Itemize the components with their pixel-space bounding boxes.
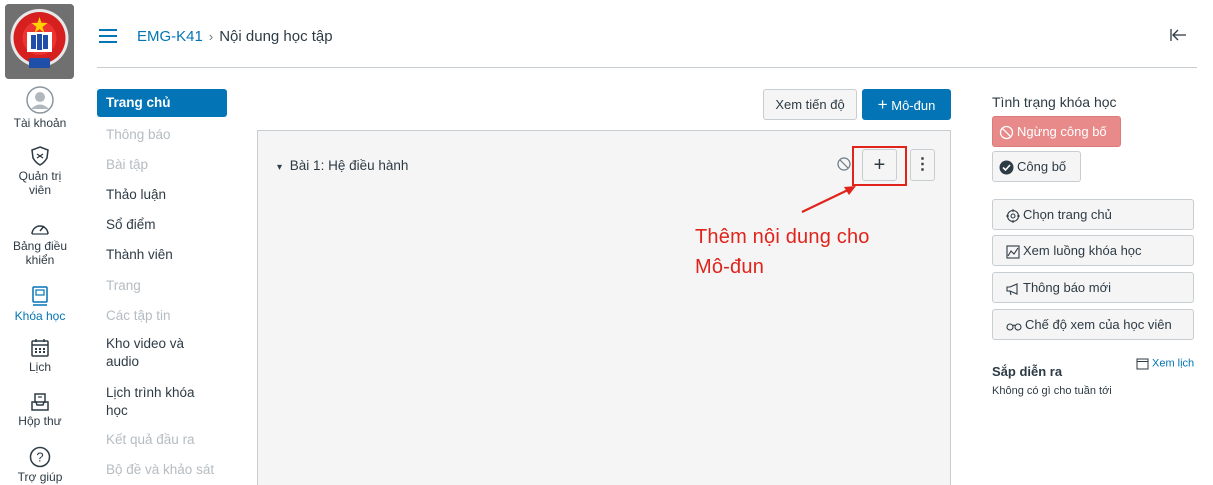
unpublished-icon: [999, 125, 1014, 140]
nav-calendar[interactable]: Lịch: [0, 338, 80, 374]
breadcrumb: EMG-K41 › Nội dung học tập: [137, 28, 333, 45]
course-nav-quizzes[interactable]: Bộ đề và khảo sát: [97, 461, 227, 479]
shield-icon: [31, 146, 49, 166]
nav-account[interactable]: Tài khoản: [0, 86, 80, 130]
annotation-line2: Mô-đun: [695, 256, 765, 278]
nav-dashboard-label-2: khiển: [25, 253, 55, 267]
more-vertical-icon: ⋮: [914, 156, 931, 173]
module-options-button[interactable]: ⋮: [910, 149, 935, 181]
calendar-icon: [31, 339, 49, 357]
view-progress-button[interactable]: Xem tiến độ: [763, 89, 857, 120]
course-nav-media-line2: audio: [106, 354, 140, 369]
book-icon: [32, 286, 48, 306]
header-divider: [97, 67, 1197, 68]
unpublish-label: Ngừng công bố: [1017, 124, 1107, 139]
course-nav-syllabus-line1: Lịch trình khóa: [106, 385, 195, 400]
view-stream-button[interactable]: Xem luồng khóa học: [992, 235, 1194, 266]
annotation-line1: Thêm nội dung cho: [695, 226, 870, 248]
upcoming-title: Sắp diễn ra: [992, 364, 1063, 379]
nav-account-label: Tài khoản: [13, 116, 67, 130]
add-module-label: Mô-đun: [891, 98, 936, 113]
course-nav-files[interactable]: Các tập tin: [97, 307, 227, 325]
collapse-caret-icon[interactable]: ▾: [277, 162, 282, 173]
publish-label: Công bố: [1017, 159, 1067, 174]
choose-home-button[interactable]: Chọn trang chủ: [992, 199, 1194, 230]
nav-dashboard[interactable]: Bảng điều khiển: [0, 219, 80, 267]
inbox-icon: [31, 393, 49, 411]
student-view-label: Chế độ xem của học viên: [1025, 317, 1172, 332]
annotation-text: Thêm nội dung cho Mô-đun: [695, 222, 870, 282]
add-module-button[interactable]: + Mô-đun: [862, 89, 951, 120]
new-announcement-label: Thông báo mới: [1023, 280, 1112, 295]
user-avatar-icon: [26, 86, 54, 114]
nav-help-label: Trợ giúp: [17, 470, 63, 484]
breadcrumb-separator: ›: [208, 29, 214, 44]
course-status-title: Tình trạng khóa học: [992, 94, 1117, 110]
course-nav-outcomes[interactable]: Kết quả đầu ra: [97, 431, 227, 449]
view-calendar-label: Xem lịch: [1152, 357, 1195, 370]
view-calendar-link[interactable]: Xem lịch: [1136, 357, 1194, 370]
course-nav-grades[interactable]: Sổ điểm: [97, 216, 227, 234]
nav-dashboard-label-1: Bảng điều: [12, 239, 68, 253]
svg-text:?: ?: [36, 450, 43, 465]
target-icon: [1006, 208, 1020, 223]
megaphone-icon: [1006, 282, 1018, 295]
nav-inbox-label: Hộp thư: [18, 414, 62, 428]
course-nav-discussions[interactable]: Thảo luận: [97, 186, 227, 204]
calendar-icon: [1136, 358, 1149, 370]
stream-icon: [1006, 245, 1020, 259]
nav-admin[interactable]: Quản trị viên: [0, 145, 80, 197]
nav-calendar-label: Lịch: [28, 360, 51, 374]
view-stream-label: Xem luồng khóa học: [1023, 243, 1142, 258]
module-title: Bài 1: Hệ điều hành: [289, 158, 409, 173]
glasses-icon: [1006, 323, 1022, 331]
nav-courses-label: Khóa học: [14, 309, 66, 323]
publish-button[interactable]: Công bố: [992, 151, 1081, 182]
choose-home-label: Chọn trang chủ: [1023, 207, 1112, 222]
add-module-plus-icon: +: [877, 95, 888, 114]
global-nav: Tài khoản Quản trị viên Bảng điều khiển: [0, 0, 80, 485]
nav-help[interactable]: ? Trợ giúp: [0, 446, 80, 484]
collapse-sidebar-icon[interactable]: [1169, 28, 1187, 42]
course-nav-media[interactable]: Kho video và audio: [97, 335, 227, 371]
student-view-button[interactable]: Chế độ xem của học viên: [992, 309, 1194, 340]
hamburger-icon[interactable]: [99, 29, 117, 43]
new-announcement-button[interactable]: Thông báo mới: [992, 272, 1194, 303]
help-icon: ?: [29, 446, 51, 468]
nav-inbox[interactable]: Hộp thư: [0, 392, 80, 428]
nav-courses[interactable]: Khóa học: [0, 285, 80, 323]
breadcrumb-course[interactable]: EMG-K41: [137, 28, 203, 45]
unpublished-icon[interactable]: [837, 157, 851, 171]
check-circle-icon: [999, 160, 1014, 175]
school-logo[interactable]: [5, 4, 74, 79]
nav-admin-label-1: Quản trị: [18, 169, 62, 183]
course-nav-media-line1: Kho video và: [106, 336, 185, 351]
course-nav-home[interactable]: Trang chủ: [97, 89, 227, 117]
breadcrumb-page: Nội dung học tập: [219, 28, 333, 45]
course-nav-syllabus[interactable]: Lịch trình khóa học: [97, 384, 227, 420]
module-header[interactable]: ▾ Bài 1: Hệ điều hành: [277, 158, 408, 173]
annotation-highlight-box: [852, 146, 907, 186]
course-nav-people[interactable]: Thành viên: [97, 246, 227, 264]
course-nav-announcements[interactable]: Thông báo: [97, 126, 227, 144]
course-nav-assignments[interactable]: Bài tập: [97, 156, 227, 174]
course-nav-syllabus-line2: học: [106, 403, 128, 418]
course-nav-pages[interactable]: Trang: [97, 277, 227, 295]
annotation-arrow: [801, 186, 856, 213]
nav-admin-label-2: viên: [28, 183, 51, 197]
nothing-upcoming-text: Không có gì cho tuần tới: [992, 385, 1112, 397]
dashboard-icon: [31, 225, 49, 235]
unpublish-button[interactable]: Ngừng công bố: [992, 116, 1121, 147]
